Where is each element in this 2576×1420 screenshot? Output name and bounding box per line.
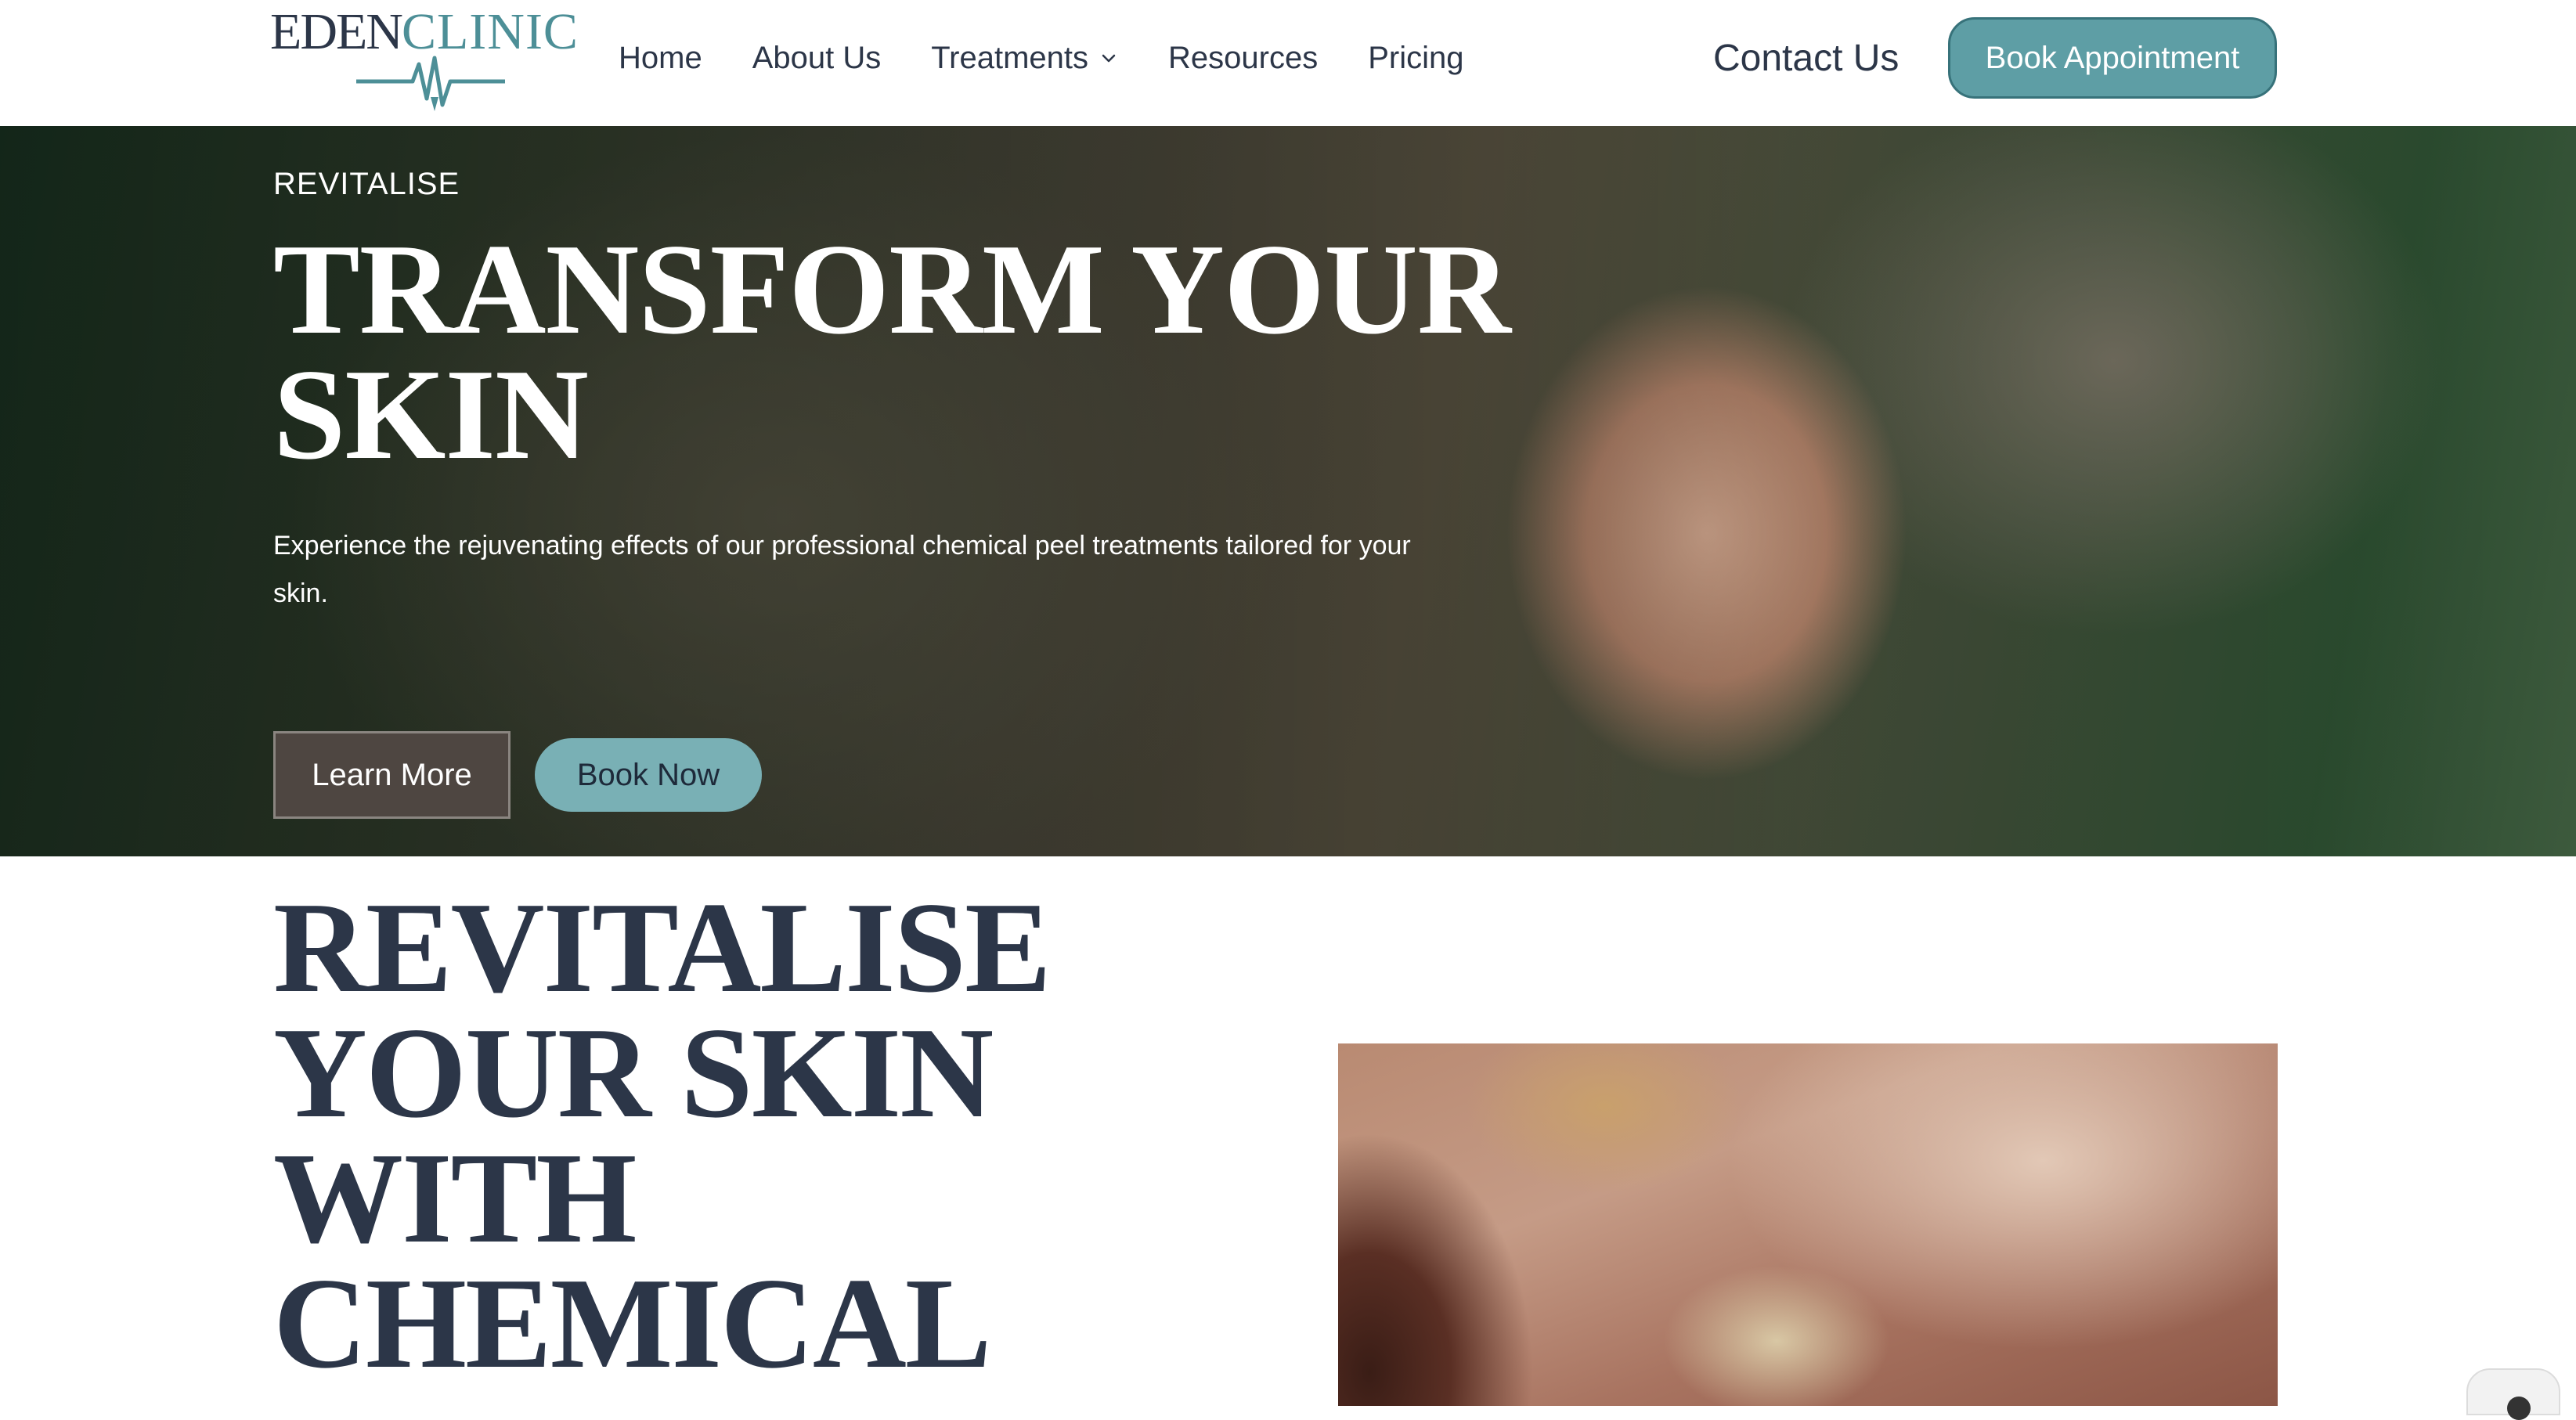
nav-home[interactable]: Home [619, 41, 702, 76]
nav-pricing[interactable]: Pricing [1368, 41, 1463, 76]
nav-treatments-label: Treatments [931, 40, 1089, 75]
chevron-down-icon [1102, 54, 1116, 63]
chat-widget-button[interactable] [2466, 1368, 2560, 1420]
main-nav: Home About Us Treatments Resources Prici… [619, 34, 1464, 81]
learn-more-button[interactable]: Learn More [273, 731, 511, 819]
chat-icon [2507, 1397, 2531, 1420]
hero-description: Experience the rejuvenating effects of o… [273, 531, 1411, 608]
nav-resources-label: Resources [1168, 40, 1319, 75]
eden-clinic-logo[interactable]: EDENCLINIC [270, 5, 578, 114]
nav-about-label: About Us [752, 40, 882, 75]
nav-about-us[interactable]: About Us [752, 41, 882, 76]
book-appointment-button[interactable]: Book Appointment [1948, 17, 2277, 99]
nav-pricing-label: Pricing [1368, 40, 1464, 75]
nav-treatments[interactable]: Treatments [931, 41, 1118, 76]
hero-title: TRANSFORM YOUR SKIN [273, 217, 1511, 486]
heartbeat-icon [356, 56, 505, 111]
nav-resources[interactable]: Resources [1168, 41, 1318, 76]
hero-eyebrow: REVITALISE [273, 167, 460, 201]
nav-home-label: Home [619, 40, 702, 75]
skin-closeup-image [1338, 1043, 2278, 1406]
site-header: EDENCLINIC Home About Us Treatments Reso… [0, 0, 2576, 126]
hero-banner: REVITALISE TRANSFORM YOUR SKIN Experienc… [0, 126, 2576, 856]
book-now-button[interactable]: Book Now [535, 738, 762, 812]
section-title: REVITALISE YOUR SKIN WITH CHEMICAL [273, 875, 1052, 1395]
contact-us-link[interactable]: Contact Us [1713, 31, 1899, 86]
